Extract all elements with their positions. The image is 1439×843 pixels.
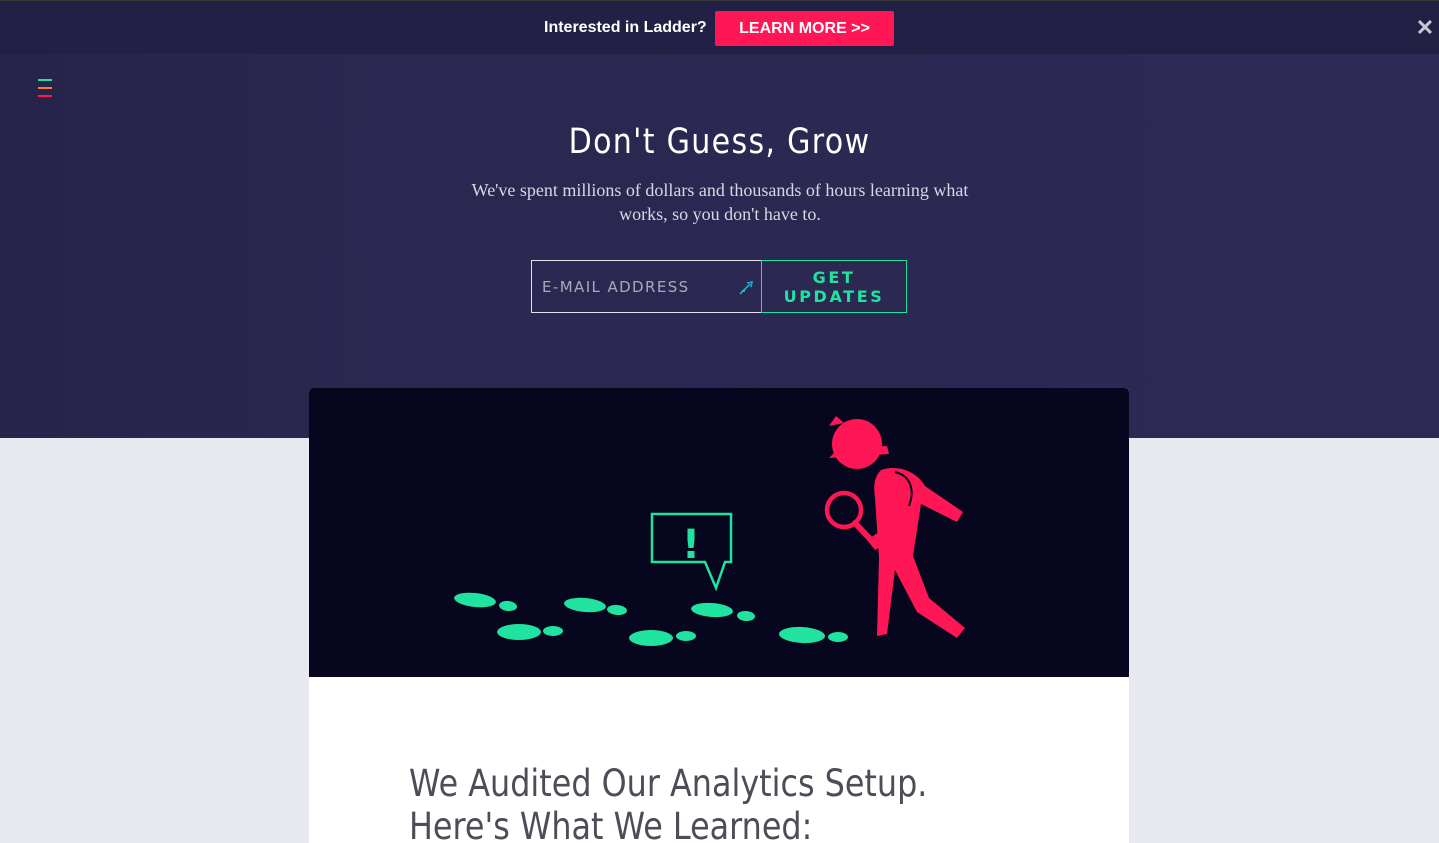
detective-illustration: ! [454,416,965,646]
pencil-icon [739,280,754,295]
article-title[interactable]: We Audited Our Analytics Setup. Here's W… [409,762,959,843]
page: Interested in Ladder? LEARN MORE >> ✕ Do… [0,0,1439,843]
promo-banner: Interested in Ladder? LEARN MORE >> ✕ [0,0,1439,54]
menu-line-green [38,79,52,81]
alert-bubble-glyph: ! [682,522,700,568]
menu-icon[interactable] [36,77,56,103]
footprints [454,592,848,646]
promo-text: Interested in Ladder? [544,19,707,36]
close-icon[interactable]: ✕ [1414,15,1436,41]
magnifier-icon [824,490,874,543]
footprint [564,597,627,616]
alert-bubble-icon: ! [650,512,733,592]
footprint [629,630,696,646]
email-field-box [531,260,762,313]
hero-subtitle: We've spent millions of dollars and thou… [471,180,969,224]
menu-line-orange [38,87,52,89]
footprint [779,626,848,644]
footprint [454,592,517,612]
menu-line-pink [38,95,52,97]
learn-more-button[interactable]: LEARN MORE >> [715,11,894,46]
footprint [691,602,755,622]
article-illustration: ! [309,388,1129,677]
email-input[interactable] [532,261,732,312]
article-card[interactable]: ! We Audited Our Analytics Setup. Here's… [309,388,1129,843]
signup-form: GET UPDATES [531,260,907,313]
hero-title: Don't Guess, Grow [568,122,871,162]
hero-section: Don't Guess, Grow We've spent millions o… [0,54,1439,438]
footprint [497,624,563,640]
get-updates-button[interactable]: GET UPDATES [761,260,907,313]
